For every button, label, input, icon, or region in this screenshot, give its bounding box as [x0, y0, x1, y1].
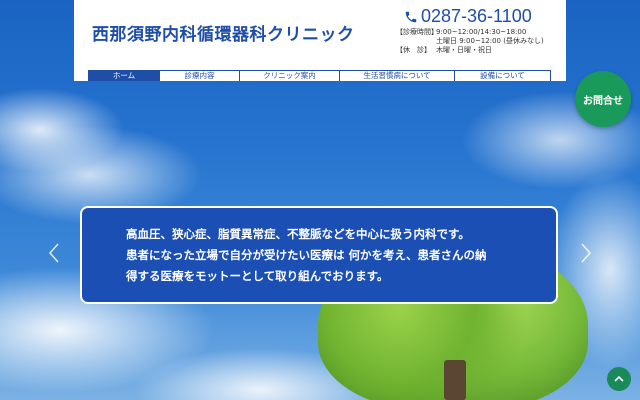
nav-item-clinic[interactable]: クリニック案内 [239, 71, 339, 81]
chevron-left-icon[interactable] [48, 242, 60, 264]
hours-weekday: 9:00~12:00/14:30~18:00 [436, 28, 527, 36]
nav-item-services[interactable]: 診療内容 [159, 71, 239, 81]
message-line-3: 得する医療をモットーとして取り組んでおります。 [126, 269, 389, 283]
contact-button[interactable]: お問合せ [575, 71, 631, 127]
nav-item-equipment[interactable]: 設備について [454, 71, 550, 81]
chevron-right-icon[interactable] [580, 242, 592, 264]
main-nav: ホーム 診療内容 クリニック案内 生活習慣病について 設備について [88, 70, 551, 81]
phone-number[interactable]: 0287-36-1100 [404, 6, 532, 27]
scroll-top-button[interactable] [607, 367, 631, 391]
phone-text: 0287-36-1100 [421, 6, 532, 26]
hours-label: 【診療時間】 [396, 28, 438, 36]
nav-item-home[interactable]: ホーム [89, 71, 159, 81]
message-line-2: 患者になった立場で自分が受けたい医療は 何かを考え、患者さんの納 [126, 248, 487, 262]
nav-item-lifestyle[interactable]: 生活習慣病について [339, 71, 454, 81]
site-header: 西那須野内科循環器科クリニック 0287-36-1100 【診療時間】 9:00… [74, 0, 566, 81]
chevron-up-icon [614, 375, 624, 382]
closed-label: 【休 診】 [396, 46, 431, 54]
phone-icon [405, 11, 417, 22]
office-hours: 【診療時間】 9:00~12:00/14:30~18:00 土曜日 9:00~1… [396, 28, 544, 55]
hours-saturday: 土曜日 9:00~12:00 (昼休みなし) [436, 37, 544, 45]
tree-trunk [444, 360, 466, 400]
hero-message-box: 高血圧、狭心症、脂質異常症、不整脈などを中心に扱う内科です。 患者になった立場で… [80, 206, 558, 304]
closed-days: 木曜・日曜・祝日 [436, 46, 492, 54]
message-line-1: 高血圧、狭心症、脂質異常症、不整脈などを中心に扱う内科です。 [126, 227, 470, 241]
site-title[interactable]: 西那須野内科循環器科クリニック [92, 20, 355, 45]
